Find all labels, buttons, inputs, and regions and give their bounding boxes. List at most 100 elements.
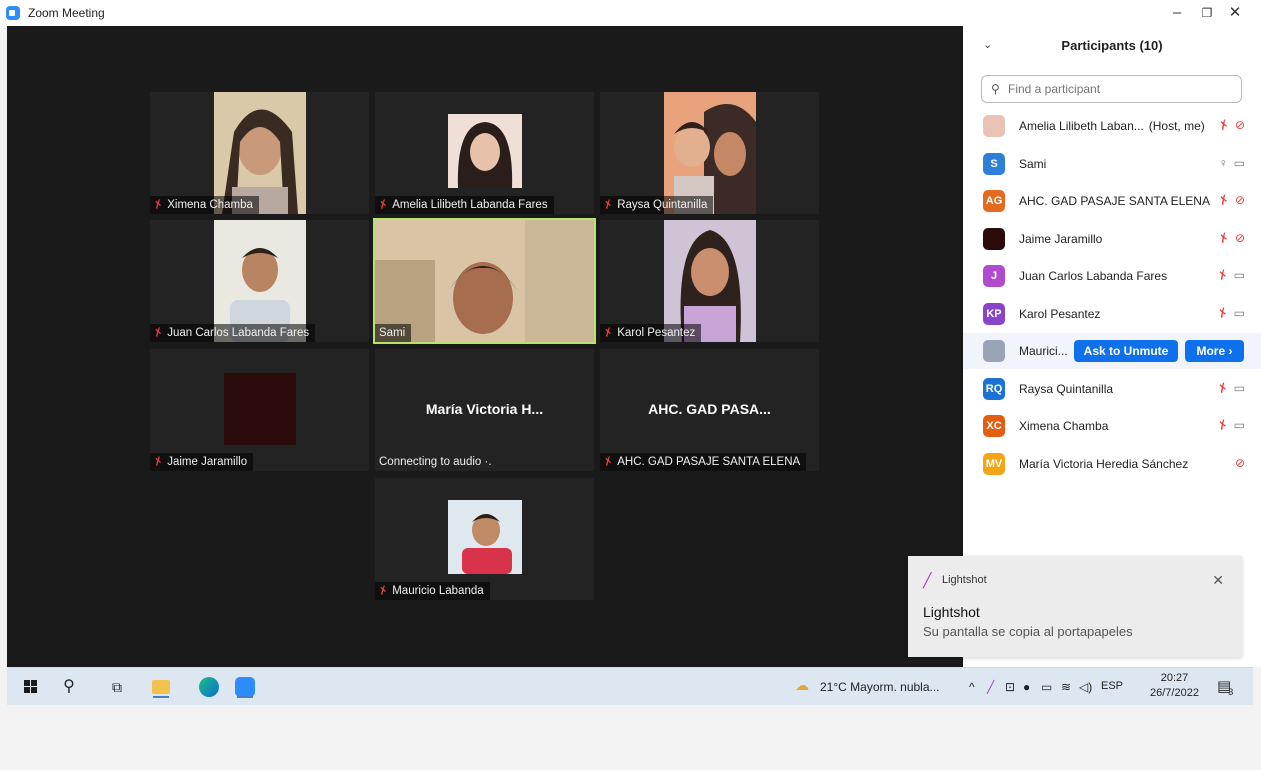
close-icon[interactable]: ✕: [1212, 572, 1224, 589]
participant-row[interactable]: XC Ximena Chamba ✗ ▭: [963, 408, 1261, 444]
participant-row[interactable]: Amelia Lilibeth Laban... (Host, me) ✗ ⊘: [963, 108, 1261, 144]
participant-name-text: María Victoria Heredia Sánchez: [1019, 456, 1189, 471]
restore-icon[interactable]: ❐: [1192, 2, 1222, 24]
mic-off-icon: ✗: [602, 197, 615, 213]
video-tile-sami[interactable]: Sami: [373, 218, 596, 344]
tile-label: ✗ Raysa Quintanilla: [600, 196, 714, 214]
participant-status: ✗ ▭: [1215, 267, 1245, 284]
video-icon[interactable]: ▭: [1234, 306, 1245, 320]
participant-row[interactable]: J Juan Carlos Labanda Fares ✗ ▭: [963, 258, 1261, 294]
camera-tray-icon[interactable]: ⊡: [1005, 680, 1015, 694]
search-box[interactable]: ⚲: [981, 75, 1242, 103]
tile-name: AHC. GAD PASAJE SANTA ELENA: [617, 456, 801, 468]
tile-label: Sami: [375, 324, 412, 342]
participant-name-text: Raysa Quintanilla: [1019, 381, 1114, 396]
avatar: S: [983, 152, 1005, 175]
video-tile-karol[interactable]: ✗ Karol Pesantez: [600, 220, 819, 342]
video-tile-mauricio[interactable]: ✗ Mauricio Labanda: [375, 478, 594, 600]
language-indicator[interactable]: ESP: [1101, 680, 1123, 692]
battery-icon[interactable]: ▭: [1041, 680, 1052, 694]
mic-off-icon: ✗: [377, 197, 390, 213]
mic-off-icon[interactable]: ✗: [1216, 117, 1231, 134]
notification-toast[interactable]: ╱ Lightshot ✕ Lightshot Su pantalla se c…: [908, 556, 1242, 657]
video-off-icon[interactable]: ⊘: [1235, 118, 1245, 132]
video-icon[interactable]: ▭: [1234, 381, 1245, 395]
chevron-up-icon[interactable]: ^: [969, 680, 975, 694]
mic-off-icon[interactable]: ✗: [1216, 229, 1231, 246]
video-off-icon[interactable]: ⊘: [1235, 193, 1245, 207]
microphone-tray-icon[interactable]: ●: [1023, 680, 1030, 694]
participant-name-text: Amelia Lilibeth Laban...: [1019, 119, 1144, 133]
tile-center-name: AHC. GAD PASA...: [648, 401, 771, 417]
mic-off-icon[interactable]: ✗: [1215, 304, 1230, 321]
video-tile-jaime[interactable]: ✗ Jaime Jaramillo: [150, 349, 369, 471]
participant-row[interactable]: Jaime Jaramillo ✗ ⊘: [963, 221, 1261, 257]
avatar: [983, 340, 1005, 362]
search-icon[interactable]: ⚲: [57, 675, 81, 699]
clock[interactable]: 20:27 26/7/2022: [1150, 671, 1199, 701]
tile-label: ✗ Mauricio Labanda: [375, 582, 490, 600]
notification-icon[interactable]: ▤3: [1217, 677, 1236, 697]
video-tile-raysa[interactable]: ✗ Raysa Quintanilla: [600, 92, 819, 214]
participant-photo: [447, 114, 522, 188]
title-bar: Zoom Meeting – ❐ ✕: [0, 0, 1261, 26]
video-tile-juan-carlos[interactable]: ✗ Juan Carlos Labanda Fares: [150, 220, 369, 342]
mic-icon[interactable]: ♀: [1219, 156, 1228, 170]
search-input[interactable]: [1008, 79, 1233, 99]
participant-name: Amelia Lilibeth Laban... (Host, me): [1019, 119, 1205, 133]
participant-row[interactable]: MV María Victoria Heredia Sánchez ⊘: [963, 446, 1261, 482]
mic-off-icon[interactable]: ✗: [1216, 192, 1231, 209]
wifi-icon[interactable]: ≋: [1061, 680, 1071, 694]
video-icon[interactable]: ▭: [1234, 156, 1245, 170]
participant-name-text: Karol Pesantez: [1019, 306, 1101, 321]
tile-label: ✗ Karol Pesantez: [600, 324, 702, 342]
video-tile-ahc-gad[interactable]: AHC. GAD PASA... ✗ AHC. GAD PASAJE SANTA …: [600, 349, 819, 471]
participant-name: Ximena Chamba: [1019, 419, 1108, 433]
video-off-icon[interactable]: ⊘: [1235, 456, 1245, 470]
windows-start-icon[interactable]: [24, 680, 38, 694]
ask-to-unmute-button[interactable]: Ask to Unmute: [1074, 340, 1178, 362]
zoom-taskbar-icon[interactable]: [233, 675, 257, 699]
file-explorer-icon[interactable]: [149, 675, 173, 699]
lightshot-tray-icon[interactable]: ╱: [987, 680, 994, 694]
video-tile-maria-victoria[interactable]: María Victoria H... Connecting to audio …: [375, 349, 594, 471]
panel-title: Participants (10): [1061, 38, 1163, 53]
participant-row[interactable]: RQ Raysa Quintanilla ✗ ▭: [963, 371, 1261, 407]
window-title: Zoom Meeting: [28, 6, 105, 20]
toast-title: Lightshot: [923, 604, 980, 620]
minimize-icon[interactable]: –: [1162, 2, 1192, 24]
avatar: AG: [983, 190, 1005, 212]
video-tile-amelia[interactable]: ✗ Amelia Lilibeth Labanda Fares: [375, 92, 594, 214]
video-icon[interactable]: ▭: [1234, 418, 1245, 432]
video-icon[interactable]: ▭: [1234, 268, 1245, 282]
volume-icon[interactable]: ◁): [1079, 680, 1092, 694]
participant-status: ✗ ⊘: [1216, 117, 1245, 134]
tile-label: ✗ Amelia Lilibeth Labanda Fares: [375, 196, 554, 214]
participant-row[interactable]: AG AHC. GAD PASAJE SANTA ELENA ✗ ⊘: [963, 183, 1261, 219]
participant-name-text: AHC. GAD PASAJE SANTA ELENA: [1019, 194, 1210, 208]
notification-count: 3: [1228, 687, 1234, 697]
mic-off-icon[interactable]: ✗: [1215, 379, 1230, 396]
participant-name-text: Juan Carlos Labanda Fares: [1019, 269, 1168, 283]
video-tile-ximena[interactable]: ✗ Ximena Chamba: [150, 92, 369, 214]
taskbar: ⚲ ⧉ ☁ 21°C Mayorm. nubla... ^ ╱ ⊡ ● ▭ ≋ …: [7, 667, 1253, 705]
weather-icon: ☁: [795, 677, 809, 693]
mic-off-icon[interactable]: ✗: [1215, 267, 1230, 284]
participant-name: Sami: [1019, 157, 1046, 171]
mic-off-icon[interactable]: ✗: [1215, 417, 1230, 434]
participant-row[interactable]: KP Karol Pesantez ✗ ▭: [963, 296, 1261, 332]
more-button[interactable]: More ›: [1185, 340, 1244, 362]
task-view-icon[interactable]: ⧉: [105, 675, 129, 699]
participant-row[interactable]: Maurici... Ask to Unmute More ›: [963, 333, 1261, 369]
tile-label: Connecting to audio ·.: [375, 453, 498, 471]
edge-icon[interactable]: [197, 675, 221, 699]
video-off-icon[interactable]: ⊘: [1235, 231, 1245, 245]
tile-label: ✗ Jaime Jaramillo: [150, 453, 254, 471]
tile-name: Sami: [379, 327, 406, 339]
avatar: XC: [983, 415, 1005, 437]
avatar: MV: [983, 452, 1005, 475]
weather-text[interactable]: 21°C Mayorm. nubla...: [820, 680, 940, 694]
participant-row[interactable]: S Sami ♀ ▭: [963, 146, 1261, 182]
close-icon[interactable]: ✕: [1220, 2, 1250, 24]
search-icon: ⚲: [991, 82, 1000, 96]
